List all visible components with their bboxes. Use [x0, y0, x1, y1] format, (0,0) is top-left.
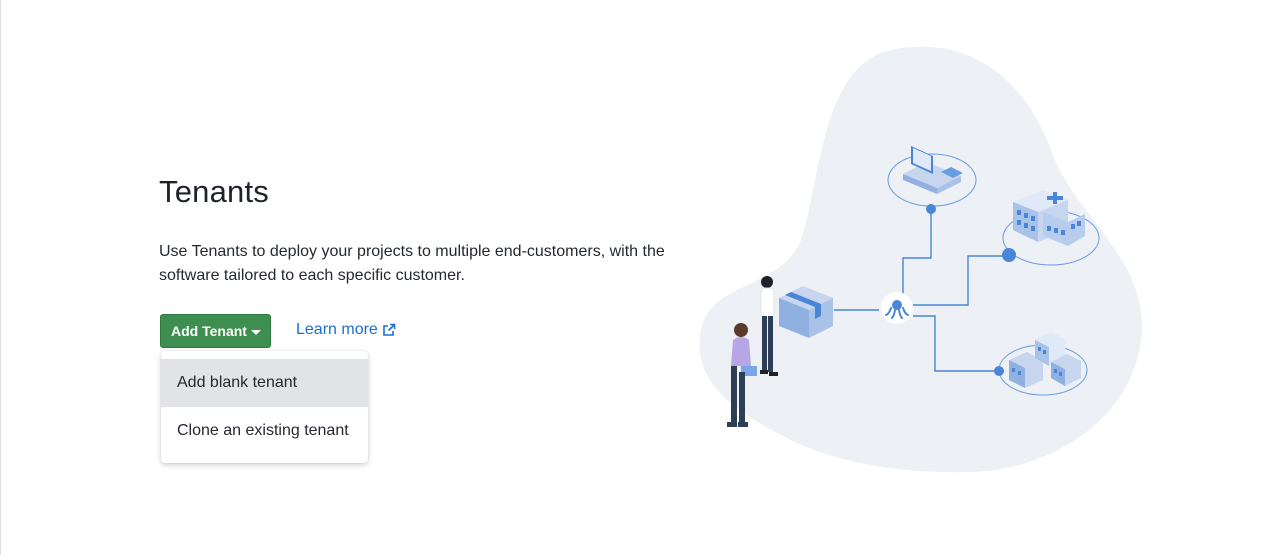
- learn-more-label: Learn more: [296, 321, 378, 338]
- page-title: Tenants: [159, 174, 269, 209]
- chevron-down-icon: [251, 330, 261, 335]
- learn-more-link[interactable]: Learn more: [296, 321, 396, 339]
- octopus-hub-icon: [881, 292, 913, 324]
- tenants-illustration: [699, 46, 1142, 473]
- add-tenant-button[interactable]: Add Tenant: [160, 314, 271, 348]
- menu-item-add-blank-tenant[interactable]: Add blank tenant: [161, 359, 368, 407]
- add-tenant-dropdown-menu: Add blank tenant Clone an existing tenan…: [161, 351, 368, 463]
- external-link-icon: [383, 323, 396, 336]
- background-blob: [699, 46, 1142, 473]
- add-tenant-label: Add Tenant: [171, 323, 247, 339]
- tenants-empty-state: Tenants Use Tenants to deploy your proje…: [0, 0, 1273, 555]
- page-description: Use Tenants to deploy your projects to m…: [159, 243, 665, 284]
- menu-item-clone-existing-tenant[interactable]: Clone an existing tenant: [161, 407, 368, 455]
